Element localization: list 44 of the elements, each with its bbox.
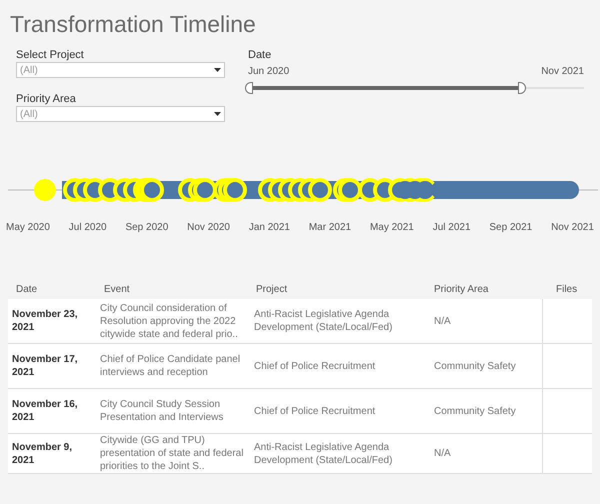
column-header: Project	[256, 284, 288, 294]
filter-label: Date	[248, 48, 272, 62]
project-cell-text: Chief of Police Recruitment	[254, 404, 376, 418]
caret-icon	[214, 112, 221, 116]
priority-cell-text: Community Safety	[434, 360, 517, 372]
column-header: Files	[556, 284, 578, 294]
event-cell-text: City Council consideration of Resolution approving the 2022 citywide state and federal prio..	[100, 302, 239, 340]
project-cell-text: Anti-Racist Legislative Agenda Development (State/Local/Fed)	[254, 308, 394, 334]
filter-dropdown[interactable]: (All)	[16, 62, 225, 78]
slider-handle[interactable]	[245, 82, 253, 94]
date-range-slider[interactable]	[248, 82, 584, 94]
column-header: Date	[16, 284, 38, 294]
axis-label: Sep 2021	[489, 221, 532, 235]
date-cell-text: November 23, 2021	[12, 308, 79, 334]
column-header: Priority Area	[434, 284, 488, 294]
axis-label: Nov 2020	[187, 221, 230, 235]
filter-label: Select Project	[16, 48, 85, 62]
axis-label: Mar 2021	[308, 221, 352, 235]
event-cell-text: Chief of Police Candidate panel interviews and reception	[100, 353, 242, 379]
date-cell-text: November 17, 2021	[12, 353, 79, 379]
range-end-label: Nov 2021	[541, 65, 584, 79]
range-start-label: Jun 2020	[248, 65, 290, 79]
caret-icon	[214, 68, 221, 72]
event-cell-text: City Council Study Session Presentation and Interviews	[100, 398, 224, 424]
filter-dropdown[interactable]: (All)	[16, 106, 225, 122]
event-cell-text: Citywide (GG and TPU) presentation of state and federal priorities to the Joint S..	[100, 434, 244, 473]
date-cell-text: November 16, 2021	[12, 398, 79, 424]
axis-label: Jan 2021	[248, 221, 290, 235]
axis-label: Jul 2020	[68, 221, 107, 235]
page-title: Transformation Timeline	[9, 10, 257, 39]
axis-label: May 2020	[6, 221, 50, 235]
slider-handle[interactable]	[518, 82, 526, 94]
priority-cell-text: Community Safety	[434, 404, 517, 418]
axis-label: Sep 2020	[125, 221, 168, 235]
project-cell-text: Chief of Police Recruitment	[254, 360, 376, 372]
filter-label: Priority Area	[16, 92, 77, 106]
project-cell-text: Anti-Racist Legislative Agenda Development (State/Local/Fed)	[254, 440, 394, 466]
axis-label: Jul 2021	[432, 221, 471, 235]
axis-label: Nov 2021	[551, 221, 594, 235]
axis-label: May 2021	[370, 221, 414, 235]
date-cell-text: November 9, 2021	[12, 440, 74, 466]
priority-cell-text: N/A	[434, 447, 452, 460]
priority-cell-text: N/A	[434, 314, 452, 328]
column-header: Event	[104, 284, 130, 294]
